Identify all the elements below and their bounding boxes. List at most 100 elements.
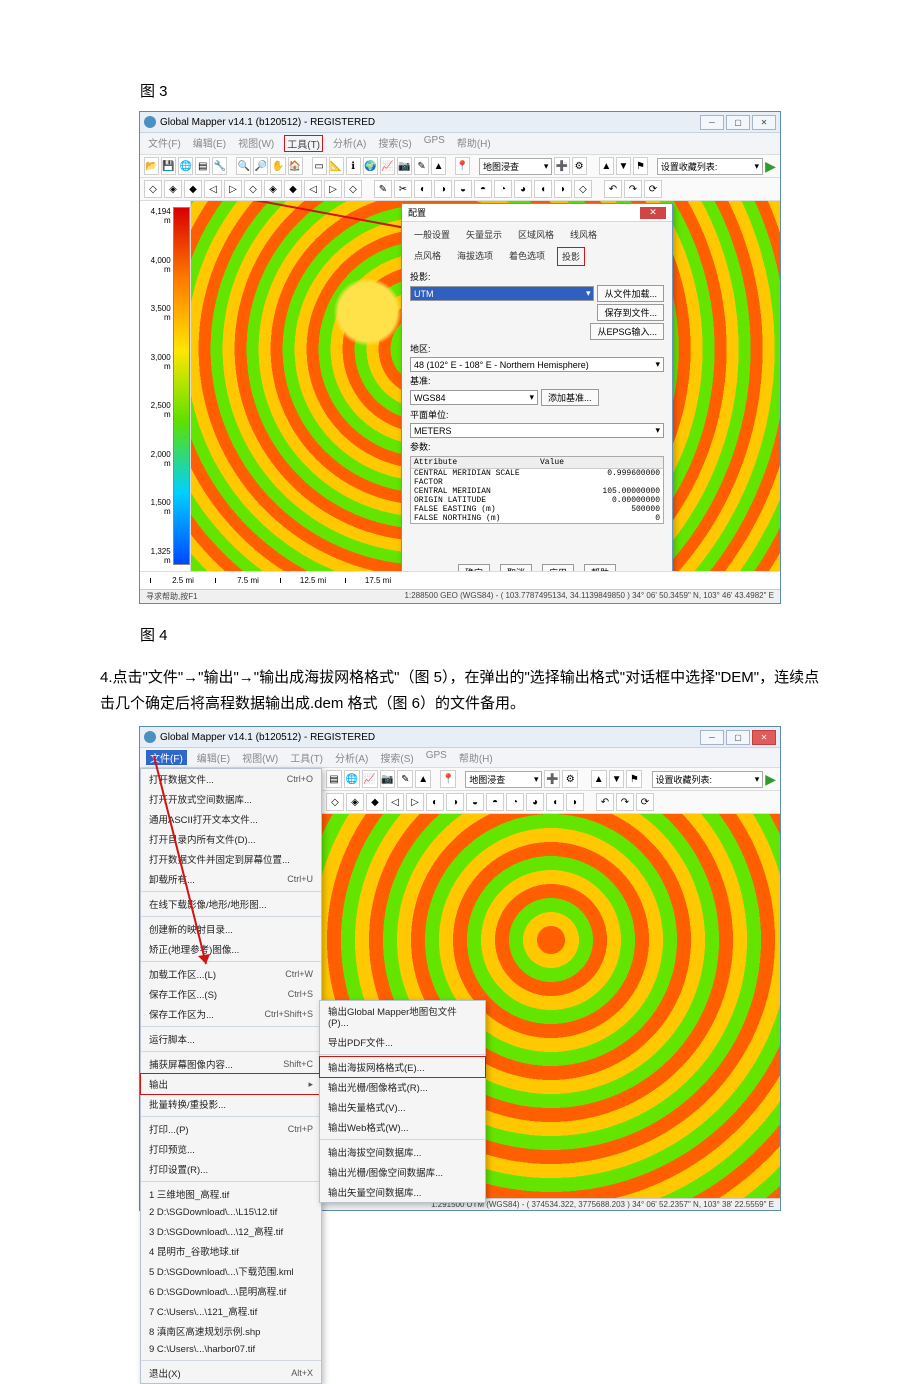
tab-elev[interactable]: 海拔选项 bbox=[453, 247, 497, 266]
camera-icon[interactable]: 📷 bbox=[397, 157, 412, 175]
home-icon[interactable]: 🏠 bbox=[288, 157, 303, 175]
file-menu-item[interactable]: 在线下载影像/地形/地形图... bbox=[141, 894, 321, 914]
menu-view-2[interactable]: 视图(W) bbox=[240, 750, 280, 765]
file-menu-item[interactable]: 打开数据文件并固定到屏幕位置... bbox=[141, 849, 321, 869]
file-menu-item[interactable]: 2 D:\SGDownload\...\L15\12.tif bbox=[141, 1204, 321, 1221]
tbb-14[interactable]: ↶ bbox=[596, 793, 614, 811]
select-icon[interactable]: ▭ bbox=[312, 157, 327, 175]
file-menu[interactable]: 打开数据文件...Ctrl+O打开开放式空间数据库...通用ASCII打开文本文… bbox=[140, 768, 322, 1384]
chart-icon[interactable]: 📈 bbox=[380, 157, 395, 175]
tool2-18[interactable]: ◔ bbox=[494, 180, 512, 198]
tab-point[interactable]: 点风格 bbox=[410, 247, 445, 266]
menu-analysis[interactable]: 分析(A) bbox=[331, 135, 368, 152]
layer-add-icon[interactable]: ➕ bbox=[554, 157, 569, 175]
play-icon[interactable]: ▶ bbox=[765, 158, 776, 175]
up-icon[interactable]: ▲ bbox=[599, 157, 614, 175]
add-datum-button[interactable]: 添加基准... bbox=[541, 389, 599, 406]
file-menu-item[interactable]: 矫正(地理参考)图像... bbox=[141, 939, 321, 959]
export-submenu-item[interactable]: 输出光栅/图像格式(R)... bbox=[320, 1077, 485, 1097]
minimize-button[interactable]: ─ bbox=[700, 730, 724, 745]
menu-view[interactable]: 视图(W) bbox=[236, 135, 276, 152]
dialog-close-button[interactable]: ✕ bbox=[640, 207, 666, 219]
tbb-11[interactable]: ◕ bbox=[526, 793, 544, 811]
menu-analysis-2[interactable]: 分析(A) bbox=[333, 750, 370, 765]
tb-b10[interactable]: ▲ bbox=[591, 770, 607, 788]
tbb-10[interactable]: ◔ bbox=[506, 793, 524, 811]
unit-select[interactable]: METERS▾ bbox=[410, 423, 664, 438]
tool2-9[interactable]: ◁ bbox=[304, 180, 322, 198]
save-icon[interactable]: 💾 bbox=[161, 157, 176, 175]
file-menu-item[interactable]: 批量转换/重投影... bbox=[141, 1094, 321, 1114]
menu-search[interactable]: 搜索(S) bbox=[376, 135, 413, 152]
measure-icon[interactable]: 📐 bbox=[329, 157, 344, 175]
minimize-button[interactable]: ─ bbox=[700, 115, 724, 130]
tbb-2[interactable]: ◈ bbox=[346, 793, 364, 811]
zoom-out-icon[interactable]: 🔎 bbox=[253, 157, 268, 175]
map-canvas[interactable]: 配置 ✕ 一般设置 矢量显示 区域风格 线风格 点风格 海拔选项 着色选项 投影… bbox=[191, 201, 780, 571]
tb-b9[interactable]: ⚙ bbox=[562, 770, 578, 788]
tool2-25[interactable]: ⟳ bbox=[644, 180, 662, 198]
globe-icon[interactable]: 🌐 bbox=[178, 157, 193, 175]
file-menu-item[interactable]: 打印预览... bbox=[141, 1139, 321, 1159]
export-submenu-item[interactable]: 输出Global Mapper地图包文件(P)... bbox=[320, 1001, 485, 1032]
tbb-13[interactable]: ◗ bbox=[566, 793, 584, 811]
down-icon[interactable]: ▼ bbox=[616, 157, 631, 175]
export-submenu-item[interactable]: 输出矢量空间数据库... bbox=[320, 1182, 485, 1202]
export-submenu-item[interactable]: 输出光栅/图像空间数据库... bbox=[320, 1162, 485, 1182]
menu-help-2[interactable]: 帮助(H) bbox=[457, 750, 495, 765]
edit-icon[interactable]: ✎ bbox=[414, 157, 429, 175]
file-menu-item[interactable]: 4 昆明市_谷歌地球.tif bbox=[141, 1241, 321, 1261]
file-menu-item[interactable]: 7 C:\Users\...\121_高程.tif bbox=[141, 1301, 321, 1321]
tool2-6[interactable]: ◇ bbox=[244, 180, 262, 198]
tb-b1[interactable]: ▤ bbox=[326, 770, 342, 788]
tool2-15[interactable]: ◑ bbox=[434, 180, 452, 198]
cancel-button[interactable]: 取消 bbox=[500, 564, 532, 571]
tool2-5[interactable]: ▷ bbox=[224, 180, 242, 198]
tab-projection[interactable]: 投影 bbox=[557, 247, 585, 266]
export-submenu-item[interactable]: 输出海拔空间数据库... bbox=[320, 1142, 485, 1162]
file-menu-item[interactable]: 3 D:\SGDownload\...\12_高程.tif bbox=[141, 1221, 321, 1241]
tab-line[interactable]: 线风格 bbox=[566, 226, 601, 243]
close-button[interactable]: ✕ bbox=[752, 115, 776, 130]
tbb-7[interactable]: ◑ bbox=[446, 793, 464, 811]
menu-tools[interactable]: 工具(T) bbox=[284, 135, 323, 152]
layers-icon[interactable]: ▤ bbox=[195, 157, 210, 175]
menu-help[interactable]: 帮助(H) bbox=[455, 135, 493, 152]
filter-icon[interactable]: ⚑ bbox=[633, 157, 648, 175]
datum-select[interactable]: WGS84▾ bbox=[410, 390, 538, 405]
menu-edit-2[interactable]: 编辑(E) bbox=[195, 750, 232, 765]
export-submenu[interactable]: 输出Global Mapper地图包文件(P)...导出PDF文件... 输出海拔… bbox=[319, 1000, 486, 1203]
export-submenu-item[interactable]: 导出PDF文件... bbox=[320, 1032, 485, 1052]
tb-b8[interactable]: ➕ bbox=[544, 770, 560, 788]
export-submenu-item[interactable]: 输出矢量格式(V)... bbox=[320, 1097, 485, 1117]
ok-button[interactable]: 确定 bbox=[458, 564, 490, 571]
tb-b12[interactable]: ⚑ bbox=[626, 770, 642, 788]
tab-general[interactable]: 一般设置 bbox=[410, 226, 454, 243]
globe2-icon[interactable]: 🌍 bbox=[363, 157, 378, 175]
wrench-icon[interactable]: 🔧 bbox=[212, 157, 227, 175]
file-menu-item[interactable]: 打印设置(R)... bbox=[141, 1159, 321, 1179]
epsg-button[interactable]: 从EPSG输入... bbox=[590, 323, 664, 340]
file-menu-item[interactable]: 保存工作区为...Ctrl+Shift+S bbox=[141, 1004, 321, 1024]
menu-file-2[interactable]: 文件(F) bbox=[146, 750, 187, 765]
tool2-10[interactable]: ▷ bbox=[324, 180, 342, 198]
file-menu-item[interactable]: 打开目录内所有文件(D)... bbox=[141, 829, 321, 849]
pin-icon[interactable]: 📍 bbox=[455, 157, 470, 175]
close-button[interactable]: ✕ bbox=[752, 730, 776, 745]
tool2-13[interactable]: ✂ bbox=[394, 180, 412, 198]
projection-select[interactable]: UTM▾ bbox=[410, 286, 594, 301]
menu-search-2[interactable]: 搜索(S) bbox=[378, 750, 415, 765]
file-menu-item[interactable]: 保存工作区...(S)Ctrl+S bbox=[141, 984, 321, 1004]
tbb-8[interactable]: ◒ bbox=[466, 793, 484, 811]
file-menu-item[interactable]: 创建新的映射目录... bbox=[141, 919, 321, 939]
maximize-button[interactable]: ▢ bbox=[726, 115, 750, 130]
tbb-12[interactable]: ◖ bbox=[546, 793, 564, 811]
tool2-11[interactable]: ◇ bbox=[344, 180, 362, 198]
tool2-4[interactable]: ◁ bbox=[204, 180, 222, 198]
tool2-8[interactable]: ◆ bbox=[284, 180, 302, 198]
file-menu-item[interactable]: 捕获屏幕图像内容...Shift+C bbox=[141, 1054, 321, 1074]
zone-select[interactable]: 48 (102° E - 108° E - Northern Hemispher… bbox=[410, 357, 664, 372]
info-icon[interactable]: ℹ bbox=[346, 157, 361, 175]
file-menu-item[interactable]: 打开开放式空间数据库... bbox=[141, 789, 321, 809]
maximize-button[interactable]: ▢ bbox=[726, 730, 750, 745]
